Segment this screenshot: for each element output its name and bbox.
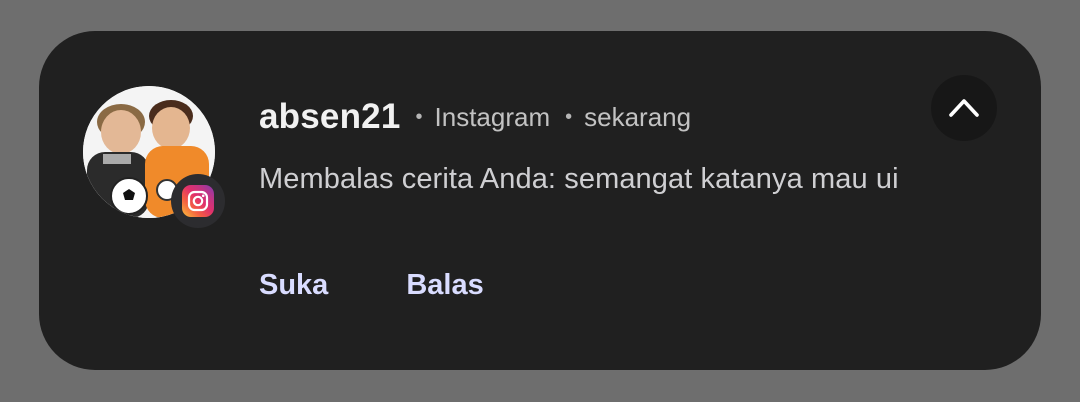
sender-name: absen21 <box>259 97 401 136</box>
notification-card[interactable]: absen21 • Instagram • sekarang Membalas … <box>39 31 1041 370</box>
like-button[interactable]: Suka <box>259 269 328 302</box>
timestamp: sekarang <box>584 101 692 132</box>
chevron-up-icon <box>949 99 979 117</box>
instagram-icon <box>182 185 214 217</box>
notification-actions: Suka Balas <box>259 269 484 302</box>
collapse-button[interactable] <box>931 75 997 141</box>
reply-button[interactable]: Balas <box>406 269 483 302</box>
app-badge <box>171 174 225 228</box>
notification-header: absen21 • Instagram • sekarang <box>259 95 691 139</box>
separator-dot: • <box>565 105 573 128</box>
app-name: Instagram <box>434 101 551 132</box>
notification-message: Membalas cerita Anda: semangat katanya m… <box>259 163 899 195</box>
separator-dot: • <box>415 105 423 128</box>
